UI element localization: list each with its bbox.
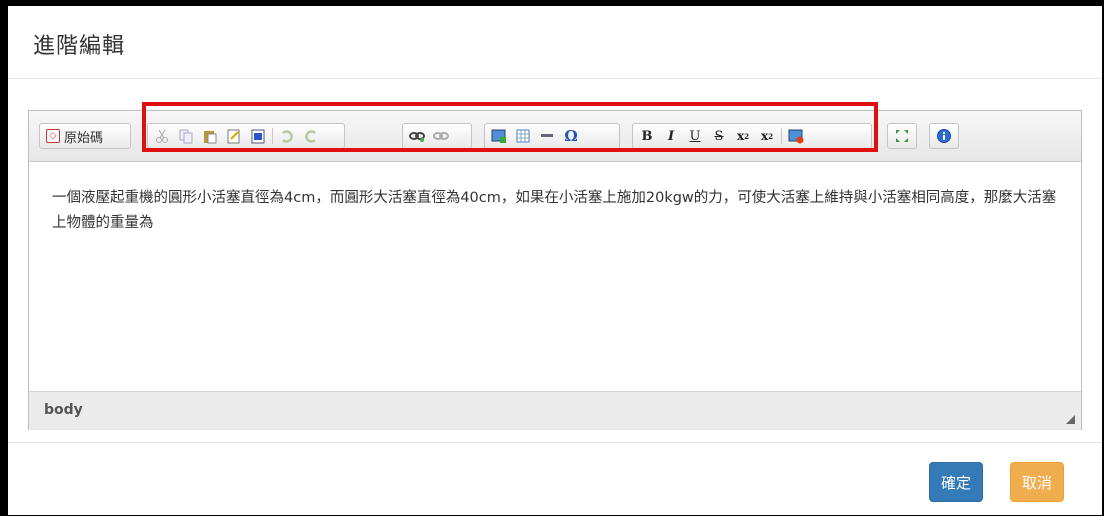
link-icon[interactable] — [405, 125, 429, 147]
modal-footer: 確定 取消 — [8, 442, 1102, 516]
paste-text-icon[interactable] — [222, 125, 246, 147]
cut-icon[interactable] — [150, 125, 174, 147]
toolbar-group-clipboard — [147, 123, 345, 149]
about-icon[interactable] — [932, 125, 956, 147]
toolbar-group-insert: Ω — [484, 123, 620, 149]
image-icon[interactable] — [487, 125, 511, 147]
horizontal-line-icon[interactable] — [535, 125, 559, 147]
modal-title: 進階編輯 — [33, 34, 126, 59]
subscript-icon[interactable]: x2 — [731, 125, 755, 147]
paste-word-icon[interactable] — [246, 125, 270, 147]
toolbar-group-tools — [887, 123, 917, 149]
underline-icon[interactable]: U — [683, 125, 707, 147]
strike-icon[interactable]: S — [707, 125, 731, 147]
editor-toolbar: ◇ 原始碼 Ω B I U S x 2 x 2 — [29, 102, 1081, 162]
unlink-icon[interactable] — [429, 125, 453, 147]
editor-status-bar: body — [29, 391, 1081, 430]
rich-text-editor: ◇ 原始碼 Ω B I U S x 2 x 2 一個液壓起重機的圓形小活塞直徑為… — [28, 102, 1082, 430]
bold-icon[interactable]: B — [635, 125, 659, 147]
special-char-icon[interactable]: Ω — [559, 125, 583, 147]
redo-icon[interactable] — [299, 125, 323, 147]
cancel-button[interactable]: 取消 — [1010, 462, 1064, 502]
superscript-icon[interactable]: x2 — [755, 125, 779, 147]
maximize-icon[interactable] — [890, 125, 914, 147]
resize-handle-icon[interactable] — [1066, 415, 1075, 424]
editor-content[interactable]: 一個液壓起重機的圓形小活塞直徑為4cm，而圓形大活塞直徑為40cm，如果在小活塞… — [52, 186, 1062, 236]
source-label: 原始碼 — [64, 130, 104, 146]
source-icon: ◇ — [46, 129, 60, 143]
confirm-button[interactable]: 確定 — [929, 462, 983, 502]
flash-icon[interactable] — [784, 125, 808, 147]
toolbar-group-source: ◇ 原始碼 — [39, 123, 131, 149]
element-path[interactable]: body — [44, 402, 83, 418]
toolbar-group-about — [929, 123, 959, 149]
modal-header: 進階編輯 — [8, 6, 1102, 79]
toolbar-group-format: B I U S x2 x2 — [632, 123, 872, 149]
paste-icon[interactable] — [198, 125, 222, 147]
advanced-edit-modal: 進階編輯 ◇ 原始碼 Ω B I U S x 2 x 2 一個液壓起重機的圓形小… — [8, 6, 1102, 515]
toolbar-separator — [781, 128, 782, 144]
toolbar-separator — [272, 128, 273, 144]
copy-icon[interactable] — [174, 125, 198, 147]
source-button[interactable]: ◇ 原始碼 — [42, 127, 107, 146]
toolbar-group-links — [402, 123, 472, 149]
table-icon[interactable] — [511, 125, 535, 147]
undo-icon[interactable] — [275, 125, 299, 147]
italic-icon[interactable]: I — [659, 125, 683, 147]
